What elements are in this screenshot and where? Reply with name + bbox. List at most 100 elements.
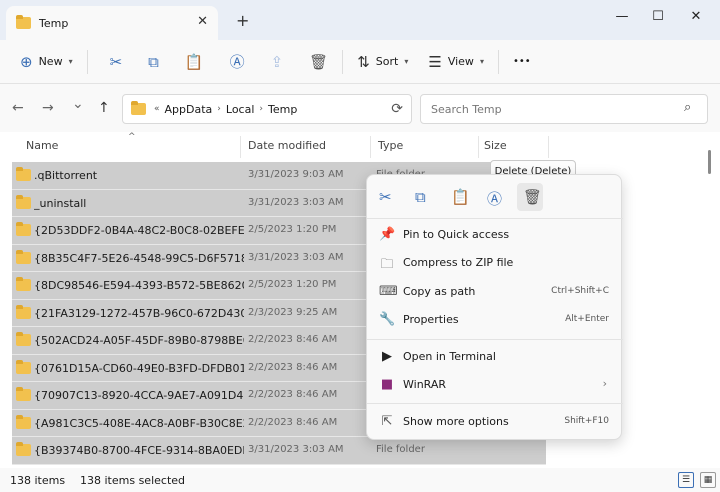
zip-folder-icon: 🗀 [380, 257, 394, 272]
see-more-button[interactable]: ••• [507, 47, 537, 77]
context-paste-icon[interactable]: 📋 [451, 188, 470, 206]
command-bar: ⊕ New ▾ ✂ ⧉ 📋 Ⓐ ⇪ 🗑 ⇅ Sort ▾ ☰ View ▾ ••… [0, 40, 720, 84]
menu-item-compress-zip[interactable]: 🗀 Compress to ZIP file [367, 249, 623, 277]
sort-icon: ⇅ [357, 52, 370, 71]
folder-icon [16, 442, 31, 456]
address-bar[interactable]: « AppData › Local › Temp ⟳ [122, 94, 412, 124]
view-icon: ☰ [428, 52, 442, 71]
menu-item-shortcut: Ctrl+Shift+C [551, 286, 609, 296]
column-header-size[interactable]: Size [484, 132, 507, 160]
column-divider[interactable] [478, 136, 479, 158]
menu-item-properties[interactable]: 🔧 Properties Alt+Enter [367, 306, 623, 334]
menu-item-shortcut: Alt+Enter [565, 314, 609, 324]
more-options-icon: ⇱ [381, 414, 393, 429]
up-button[interactable]: ↑ [98, 100, 110, 116]
copy-path-icon: ⌨ [379, 284, 398, 299]
context-cut-icon[interactable]: ✂ [379, 188, 392, 206]
cut-button[interactable]: ✂ [104, 47, 129, 77]
file-name: {21FA3129-1272-457B-96C0-672D4306CA... [34, 306, 244, 320]
file-date: 2/2/2023 8:46 AM [248, 389, 338, 400]
breadcrumb-appdata[interactable]: AppData [165, 103, 213, 116]
share-button[interactable]: ⇪ [265, 47, 290, 77]
tiles-view-button[interactable]: ▦ [700, 472, 716, 488]
overflow-icon[interactable]: « [154, 104, 160, 114]
item-count: 138 items [10, 474, 66, 487]
context-rename-icon[interactable]: Ⓐ [487, 188, 502, 209]
refresh-icon[interactable]: ⟳ [391, 101, 403, 117]
new-tab-button[interactable]: + [236, 11, 249, 30]
file-name: {8B35C4F7-5E26-4548-99C5-D6F5718E218... [34, 251, 244, 265]
search-icon[interactable]: ⌕ [684, 100, 691, 115]
delete-button[interactable]: 🗑 [303, 47, 334, 77]
vertical-scrollbar[interactable] [708, 150, 711, 174]
column-divider[interactable] [240, 136, 241, 158]
rename-button[interactable]: Ⓐ [224, 47, 251, 77]
toolbar-divider [497, 49, 499, 74]
tab-temp[interactable]: Temp ✕ [6, 6, 218, 40]
column-header-type[interactable]: Type [378, 132, 403, 160]
new-label: New [38, 55, 63, 68]
copy-button[interactable]: ⧉ [142, 47, 165, 77]
chevron-down-icon: ▾ [68, 57, 73, 66]
forward-button[interactable]: → [42, 100, 54, 116]
new-button[interactable]: ⊕ New ▾ [14, 47, 79, 77]
tab-title: Temp [39, 16, 69, 30]
file-date: 2/3/2023 9:25 AM [248, 306, 338, 318]
file-name: {B39374B0-8700-4FCE-9314-8BA0EDBF46... [34, 444, 244, 457]
menu-divider [367, 339, 623, 340]
search-input[interactable] [420, 94, 708, 124]
chevron-right-icon[interactable]: › [259, 104, 263, 114]
folder-icon [16, 194, 31, 209]
context-copy-icon[interactable]: ⧉ [415, 188, 426, 206]
column-header-name[interactable]: Name [26, 132, 58, 160]
menu-item-winrar[interactable]: ■ WinRAR › [367, 371, 623, 399]
file-name: {502ACD24-A05F-45DF-89B0-8798BE03C... [34, 334, 244, 347]
trash-icon: 🗑 [309, 52, 329, 71]
menu-item-show-more-options[interactable]: ⇱ Show more options Shift+F10 [367, 408, 623, 436]
recent-locations-button[interactable]: ⌄ [72, 96, 84, 112]
file-name: {70907C13-8920-4CCA-9AE7-A091D4CF2... [34, 389, 244, 402]
view-button[interactable]: ☰ View ▾ [422, 47, 490, 77]
breadcrumb-local[interactable]: Local [226, 103, 255, 116]
context-trash-icon[interactable]: 🗑 [523, 188, 542, 206]
selected-count: 138 items selected [80, 474, 186, 487]
column-header-date[interactable]: Date modified [248, 132, 326, 160]
menu-item-label: Open in Terminal [403, 350, 496, 363]
table-row[interactable]: {B39374B0-8700-4FCE-9314-8BA0EDBF46... 3/… [12, 437, 546, 465]
sort-button[interactable]: ⇅ Sort ▾ [351, 47, 414, 77]
share-icon: ⇪ [270, 52, 284, 71]
tab-close-icon[interactable]: ✕ [197, 14, 208, 29]
close-window-button[interactable]: ✕ [678, 6, 714, 28]
menu-item-copy-path[interactable]: ⌨ Copy as path Ctrl+Shift+C [367, 278, 623, 306]
menu-item-pin-quick-access[interactable]: 📌 Pin to Quick access [367, 221, 623, 249]
paste-button[interactable]: 📋 [179, 47, 210, 77]
view-label: View [447, 55, 474, 68]
maximize-button[interactable]: ☐ [640, 6, 676, 28]
clipboard-icon: 📋 [184, 52, 204, 71]
breadcrumb-temp[interactable]: Temp [268, 103, 297, 116]
column-divider[interactable] [548, 136, 549, 158]
menu-item-label: Copy as path [403, 285, 476, 298]
minimize-button[interactable]: — [604, 6, 640, 28]
folder-icon [16, 332, 31, 346]
folder-icon [16, 414, 31, 429]
menu-item-open-terminal[interactable]: ▶ Open in Terminal [367, 343, 623, 371]
chevron-down-icon: ▾ [479, 57, 484, 66]
back-button[interactable]: ← [12, 100, 24, 116]
navigation-row: ← → ⌄ ↑ « AppData › Local › Temp ⟳ [0, 84, 720, 132]
file-name: {0761D15A-CD60-49E0-B3FD-DFDB01492... [34, 361, 244, 375]
menu-item-label: Properties [403, 313, 459, 326]
file-name: {2D53DDF2-0B4A-48C2-B0C8-02BEFEE32... [34, 224, 244, 237]
folder-icon [16, 222, 31, 236]
column-divider[interactable] [370, 136, 371, 158]
file-date: 2/5/2023 1:20 PM [248, 224, 337, 235]
more-icon: ••• [512, 56, 531, 67]
rename-icon: Ⓐ [229, 53, 245, 71]
sort-ascending-icon: ^ [128, 132, 136, 142]
context-menu: ✂ ⧉ 📋 Ⓐ 🗑 📌 Pin to Quick access 🗀 Compre… [366, 174, 623, 440]
details-view-button[interactable]: ☰ [678, 472, 694, 488]
status-bar: 138 items 138 items selected ☰ ▦ [0, 468, 720, 492]
file-date: 2/2/2023 8:46 AM [248, 361, 338, 373]
folder-icon [16, 277, 31, 291]
chevron-right-icon[interactable]: › [217, 104, 221, 114]
